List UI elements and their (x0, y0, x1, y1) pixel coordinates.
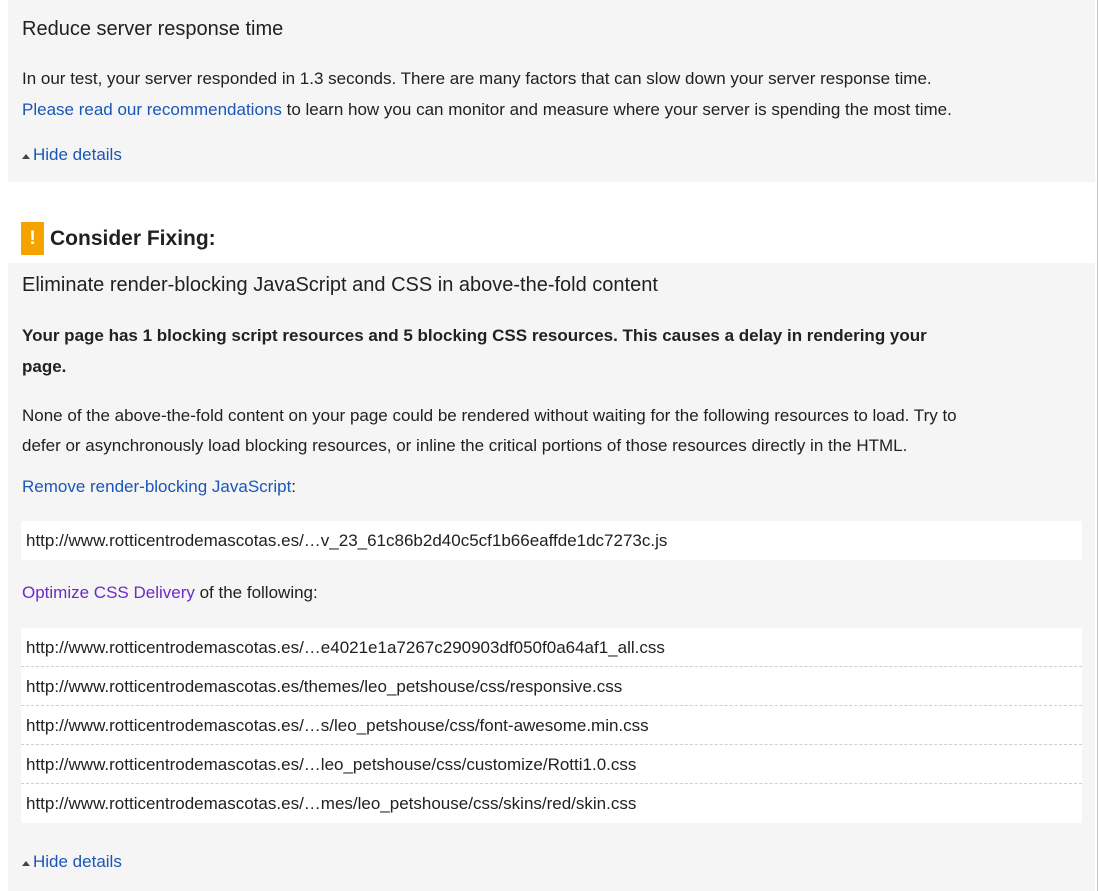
optimize-css-delivery-link[interactable]: Optimize CSS Delivery (22, 583, 195, 602)
rule-description-line2: Please read our recommendations to learn… (22, 95, 952, 125)
remove-render-blocking-js-link[interactable]: Remove render-blocking JavaScript (22, 477, 291, 496)
url-row: http://www.rotticentrodemascotas.es/…v_2… (26, 531, 668, 550)
hide-details-toggle[interactable]: Hide details (22, 145, 122, 165)
consider-fixing-title: Consider Fixing: (50, 226, 216, 250)
css-section-label: Optimize CSS Delivery of the following: (22, 578, 318, 608)
css-url-list: http://www.rotticentrodemascotas.es/…e40… (21, 628, 1082, 823)
rule-title: Reduce server response time (22, 18, 284, 40)
recommendations-link[interactable]: Please read our recommendations (22, 100, 282, 119)
rule-title: Eliminate render-blocking JavaScript and… (22, 274, 658, 296)
consider-fixing-heading: ! Consider Fixing: (21, 222, 216, 255)
url-row: http://www.rotticentrodemascotas.es/…mes… (26, 794, 637, 813)
scrollbar-track[interactable] (1097, 0, 1098, 891)
url-row: http://www.rotticentrodemascotas.es/them… (21, 667, 1082, 706)
rule-description-rest: to learn how you can monitor and measure… (281, 100, 952, 119)
description-line1: None of the above-the-fold content on yo… (22, 406, 957, 425)
rule-panel-server-response: Reduce server response time In our test,… (8, 0, 1095, 182)
hide-details-toggle[interactable]: Hide details (22, 852, 122, 872)
summary-line2: page. (22, 357, 67, 376)
rule-description-line1: In our test, your server responded in 1.… (22, 69, 932, 88)
url-row: http://www.rotticentrodemascotas.es/…e40… (21, 628, 1082, 667)
url-row: http://www.rotticentrodemascotas.es/…leo… (21, 745, 1082, 784)
url-row: http://www.rotticentrodemascotas.es/…s/l… (21, 706, 1082, 745)
description-line2: defer or asynchronously load blocking re… (22, 436, 908, 455)
css-link-suffix: of the following: (194, 583, 318, 602)
hide-details-label: Hide details (33, 145, 122, 164)
js-link-suffix: : (291, 477, 297, 496)
hide-details-label: Hide details (33, 852, 122, 871)
warning-icon: ! (21, 222, 44, 255)
js-section-label: Remove render-blocking JavaScript: (22, 472, 296, 502)
collapse-triangle-icon (22, 860, 30, 866)
rule-panel-render-blocking: Eliminate render-blocking JavaScript and… (8, 263, 1095, 891)
collapse-triangle-icon (22, 153, 30, 159)
summary-line1: Your page has 1 blocking script resource… (22, 326, 927, 345)
js-url-list: http://www.rotticentrodemascotas.es/…v_2… (21, 521, 1082, 560)
